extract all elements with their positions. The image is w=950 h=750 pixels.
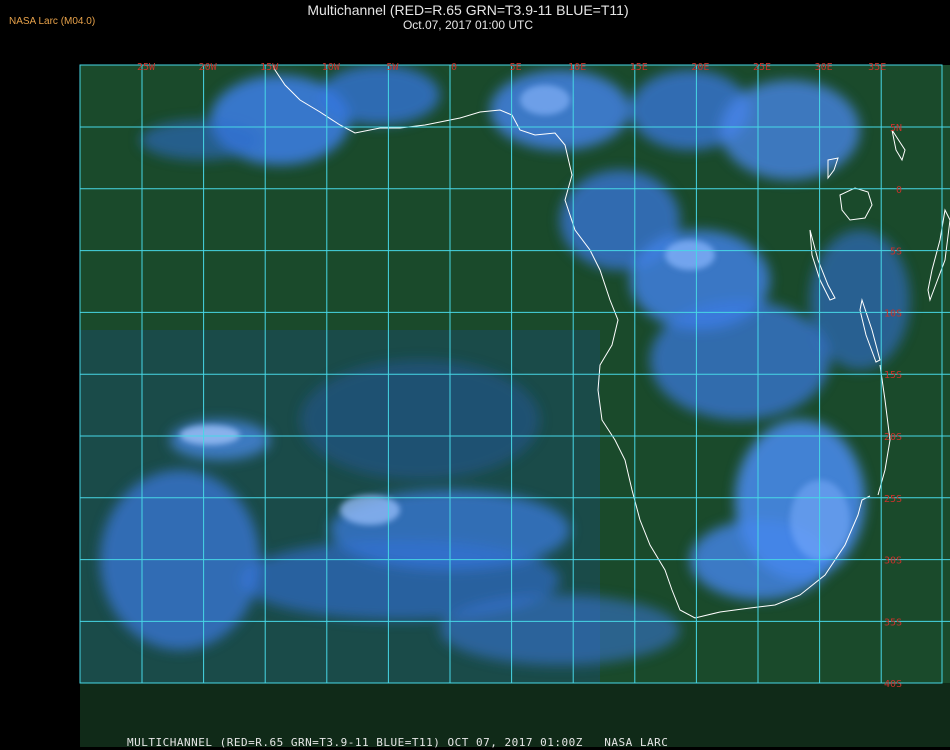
latitude-label: 35S — [884, 617, 902, 628]
latitude-label: 25S — [884, 494, 902, 505]
longitude-label: 0 — [451, 62, 457, 73]
longitude-label: 30E — [815, 62, 833, 73]
longitude-label: 25E — [753, 62, 771, 73]
latitude-label: 10S — [884, 308, 902, 319]
latitude-label: 5S — [890, 247, 902, 258]
longitude-label: 10W — [322, 62, 341, 73]
satellite-map: 25W 20W 15W 10W 5W 0 5E 10E 15E 20E 25E 30E 35E 5N 0 5… — [79, 62, 950, 747]
footer-caption: MULTICHANNEL (RED=R.65 GRN=T3.9-11 BLUE=… — [127, 736, 669, 749]
longitude-label: 20E — [691, 62, 709, 73]
longitude-label: 15E — [630, 62, 648, 73]
longitude-label: 35E — [868, 62, 886, 73]
longitude-label: 25W — [137, 62, 156, 73]
latitude-label: 15S — [884, 370, 902, 381]
latitude-label: 30S — [884, 556, 902, 567]
latitude-label: 40S — [884, 679, 902, 690]
longitude-label: 10E — [568, 62, 586, 73]
longitude-label: 20W — [199, 62, 218, 73]
latitude-label: 20S — [884, 432, 902, 443]
latitude-label: 5N — [890, 123, 902, 134]
longitude-label: 15W — [260, 62, 279, 73]
latitude-label: 0 — [896, 185, 902, 196]
longitude-label: 5E — [510, 62, 522, 73]
longitude-label: 5W — [386, 62, 399, 73]
